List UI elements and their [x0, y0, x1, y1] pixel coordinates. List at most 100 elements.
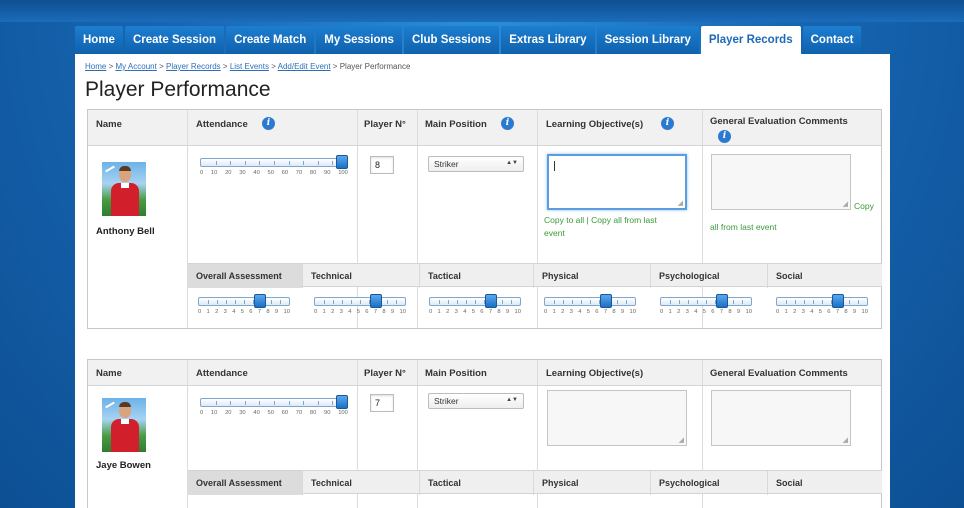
- slider-scale-label: 4: [463, 309, 467, 315]
- assessment-label-overall: Overall Assessment: [188, 471, 303, 495]
- copy-all-from-last-link[interactable]: Copy all from last: [591, 215, 657, 225]
- slider-scale-label: 3: [685, 309, 689, 315]
- nav-tab-extras-library[interactable]: Extras Library: [501, 26, 595, 54]
- slider-handle[interactable]: [600, 294, 612, 308]
- slider-handle[interactable]: [485, 294, 497, 308]
- slider-track[interactable]: [776, 297, 868, 306]
- player-number-input[interactable]: 8: [370, 156, 394, 174]
- info-icon[interactable]: i: [661, 117, 674, 130]
- breadcrumb: Home > My Account > Player Records > Lis…: [85, 62, 410, 71]
- copy-links: Copy to all | Copy all from last event: [544, 215, 657, 238]
- slider-scale-label: 80: [309, 170, 317, 176]
- slider-tick: [317, 401, 319, 405]
- main-position-select[interactable]: Striker ▲▼: [428, 156, 524, 172]
- slider-track[interactable]: [198, 297, 290, 306]
- general-comments-textarea[interactable]: ◢: [711, 390, 851, 446]
- slider-scale-label: 9: [505, 309, 510, 315]
- slider-scale-label: 70: [295, 410, 303, 416]
- slider-tick: [733, 300, 734, 304]
- assessment-label-physical: Physical: [534, 264, 651, 288]
- slider-tick: [351, 300, 352, 304]
- nav-tab-create-session[interactable]: Create Session: [124, 26, 225, 54]
- info-icon[interactable]: i: [262, 117, 275, 130]
- breadcrumb-separator: >: [271, 62, 276, 71]
- nav-tab-create-match[interactable]: Create Match: [226, 26, 315, 54]
- resize-grip-icon: ◢: [842, 201, 848, 208]
- copy-to-all-link[interactable]: Copy to all: [544, 215, 584, 225]
- copy-comment-link-cont[interactable]: all from last event: [710, 222, 777, 232]
- assessment-label-social: Social: [776, 271, 803, 281]
- slider-tick: [786, 300, 787, 304]
- breadcrumb-separator: >: [108, 62, 114, 71]
- copy-all-from-last-link-cont[interactable]: event: [544, 228, 565, 238]
- slider-tick: [858, 300, 859, 304]
- nav-tab-contact[interactable]: Contact: [802, 26, 862, 54]
- header-learning-objectives: Learning Objective(s): [546, 368, 644, 379]
- slider-scale-label: 60: [281, 410, 289, 416]
- slider-tick: [208, 300, 209, 304]
- slider-handle[interactable]: [336, 155, 348, 169]
- slider-tick: [813, 300, 814, 304]
- slider-track[interactable]: [314, 297, 406, 306]
- slider-scale-label: 8: [844, 309, 848, 315]
- slider-scale-label: 2: [793, 309, 797, 315]
- slider-tick: [387, 300, 388, 304]
- slider-scale-label: 70: [295, 170, 303, 176]
- learning-objectives-textarea[interactable]: ◢: [547, 154, 687, 210]
- slider-tick: [360, 300, 361, 304]
- breadcrumb-home[interactable]: Home: [85, 62, 106, 71]
- slider-handle[interactable]: [254, 294, 266, 308]
- nav-tab-session-library[interactable]: Session Library: [596, 26, 699, 54]
- player-card: Name Attendance i Player N° Main Positio…: [87, 109, 882, 329]
- player-photo: [102, 162, 146, 216]
- player-card: Name Attendance Player N° Main Position …: [87, 359, 882, 508]
- nav-tab-home[interactable]: Home: [75, 26, 123, 54]
- slider-scale-label: 90: [324, 170, 331, 176]
- slider-scale-label: 6: [365, 309, 369, 315]
- slider-scale-label: 10: [514, 309, 521, 315]
- slider-scale-label: 90: [324, 410, 331, 416]
- slider-scale-label: 8: [612, 309, 616, 315]
- slider-scale-label: 100: [338, 410, 348, 416]
- slider-tick: [849, 300, 850, 304]
- nav-tab-my-sessions[interactable]: My Sessions: [316, 26, 402, 54]
- slider-tick: [511, 300, 512, 304]
- breadcrumb-my-account[interactable]: My Account: [115, 62, 156, 71]
- slider-track[interactable]: [200, 398, 348, 407]
- slider-scale-label: 2: [446, 309, 450, 315]
- main-position-value: Striker: [434, 396, 459, 406]
- slider-track[interactable]: [660, 297, 752, 306]
- slider-track[interactable]: [429, 297, 521, 306]
- general-comments-textarea[interactable]: ◢: [711, 154, 851, 210]
- slider-handle[interactable]: [336, 395, 348, 409]
- slider-tick: [226, 300, 227, 304]
- assessment-header-row: Overall Assessment Technical Tactical Ph…: [188, 470, 882, 495]
- learning-objectives-textarea[interactable]: ◢: [547, 390, 687, 446]
- slider-handle[interactable]: [370, 294, 382, 308]
- slider-scale-label: 6: [827, 309, 831, 315]
- slider-tick: [230, 161, 232, 165]
- assessment-header-row: Overall Assessment Technical Tactical Ph…: [188, 263, 882, 288]
- slider-scale-label: 9: [274, 309, 279, 315]
- slider-handle[interactable]: [716, 294, 728, 308]
- breadcrumb-player-records[interactable]: Player Records: [166, 62, 221, 71]
- assessment-label-social: Social: [776, 478, 803, 488]
- slider-handle[interactable]: [832, 294, 844, 308]
- slider-track[interactable]: [200, 158, 348, 167]
- nav-tab-club-sessions[interactable]: Club Sessions: [403, 26, 500, 54]
- slider-tick: [324, 300, 325, 304]
- nav-tab-player-records[interactable]: Player Records: [700, 26, 801, 54]
- breadcrumb-add-edit-event[interactable]: Add/Edit Event: [278, 62, 331, 71]
- slider-scale-label: 20: [225, 410, 232, 416]
- slider-scale-label: 3: [569, 309, 573, 315]
- copy-comment-link[interactable]: Copy: [854, 201, 874, 211]
- assessment-label-tactical: Tactical: [420, 264, 534, 288]
- slider-scale-label: 0: [429, 309, 433, 315]
- info-icon[interactable]: i: [501, 117, 514, 130]
- breadcrumb-list-events[interactable]: List Events: [230, 62, 269, 71]
- slider-track[interactable]: [544, 297, 636, 306]
- info-icon[interactable]: i: [718, 130, 731, 143]
- main-position-select[interactable]: Striker ▲▼: [428, 393, 524, 409]
- player-number-input[interactable]: 7: [370, 394, 394, 412]
- slider-scale-label: 9: [852, 309, 857, 315]
